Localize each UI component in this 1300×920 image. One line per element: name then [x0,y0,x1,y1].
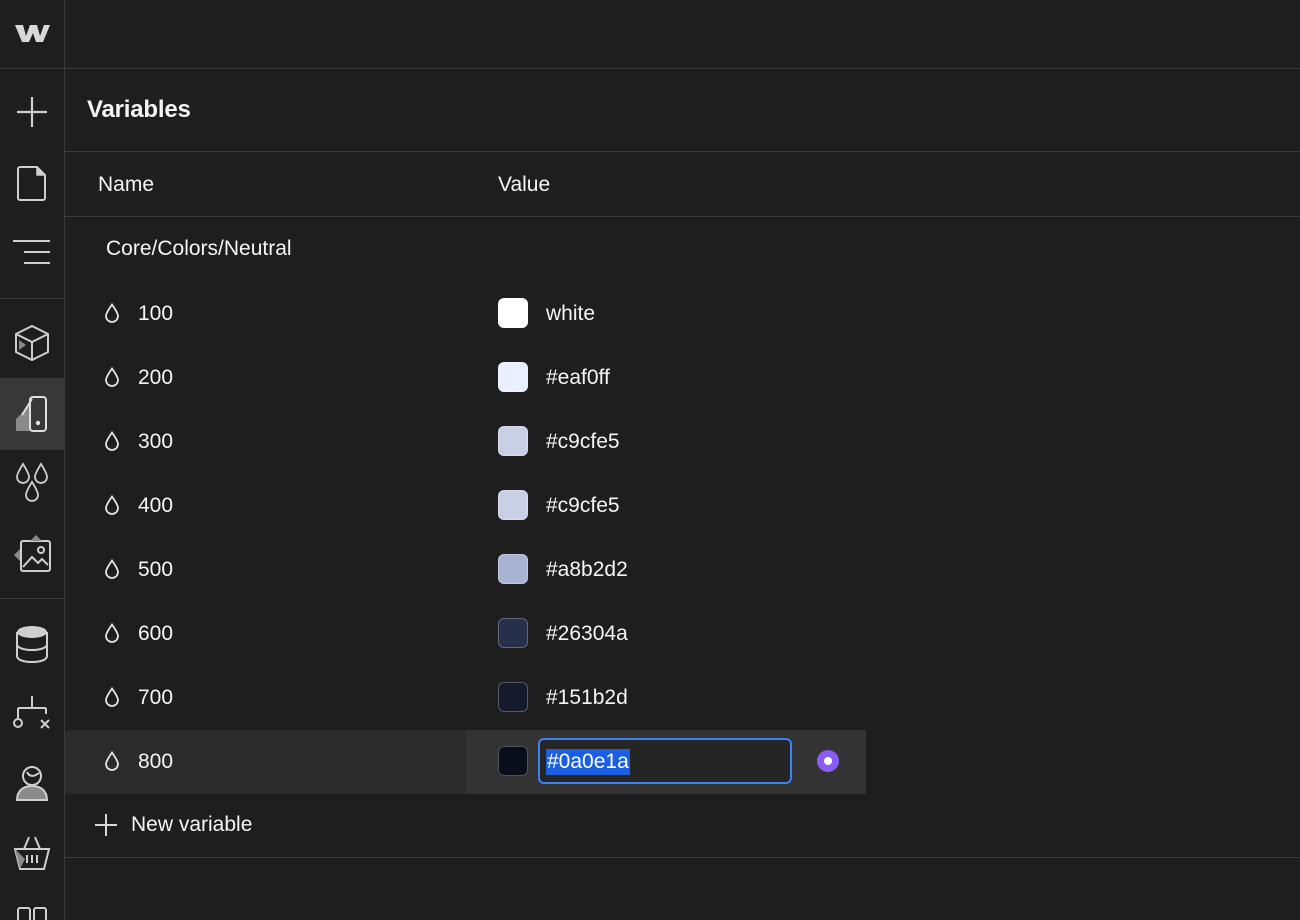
variable-value[interactable]: #c9cfe5 [546,494,620,518]
left-sidebar [0,0,65,920]
table-header: Name Value [65,152,1300,217]
color-swatch[interactable] [498,618,528,648]
color-swatch[interactable] [498,426,528,456]
navigator-icon [13,240,50,264]
page-title: Variables [87,96,191,123]
table-row[interactable]: 800 #0a0e1a [65,730,1300,794]
color-variable-icon [104,750,120,777]
table-row[interactable]: 700 #151b2d [65,666,1300,730]
variable-group-label[interactable]: Core/Colors/Neutral [106,237,292,261]
variable-name[interactable]: 400 [138,494,173,518]
assets-panel-button[interactable] [0,523,64,583]
variable-value[interactable]: #eaf0ff [546,366,610,390]
top-bar [65,0,1300,69]
webflow-logo[interactable] [0,0,64,69]
ecommerce-panel-button[interactable] [0,823,64,883]
variable-name[interactable]: 100 [138,302,173,326]
sidebar-divider [0,298,64,299]
bind-variable-icon[interactable] [817,750,839,772]
value-input-text: #0a0e1a [546,749,630,775]
color-swatch[interactable] [498,682,528,712]
table-row[interactable]: 300 #c9cfe5 [65,410,1300,474]
color-swatch[interactable] [498,298,528,328]
cms-panel-button[interactable] [0,614,64,674]
panel-header: Variables [65,69,1300,152]
components-panel-button[interactable] [0,313,64,373]
logic-icon [13,696,50,729]
add-panel-button[interactable] [0,82,64,142]
pages-panel-button[interactable] [0,153,64,213]
color-variable-icon [104,430,120,457]
table-row[interactable]: 100 white [65,282,1300,346]
color-variable-icon [104,494,120,521]
users-panel-button[interactable] [0,753,64,813]
variable-value[interactable]: white [546,302,595,326]
column-header-value: Value [498,173,551,196]
plus-icon [95,814,117,836]
column-header-name: Name [98,173,155,196]
value-input[interactable]: #0a0e1a [538,738,792,784]
sidebar-divider [0,598,64,599]
table-row[interactable]: 200 #eaf0ff [65,346,1300,410]
table-row[interactable]: 600 #26304a [65,602,1300,666]
color-variable-icon [104,622,120,649]
variables-panel-button[interactable] [0,453,64,513]
logic-panel-button[interactable] [0,683,64,743]
navigator-panel-button[interactable] [0,222,64,282]
variable-value[interactable]: #151b2d [546,686,628,710]
components-icon [15,324,49,362]
color-swatch[interactable] [498,362,528,392]
table-row[interactable]: 400 #c9cfe5 [65,474,1300,538]
apps-panel-button[interactable] [0,892,64,920]
color-variable-icon [104,366,120,393]
assets-icon [14,535,51,572]
variable-value[interactable]: #c9cfe5 [546,430,620,454]
variables-icon [16,462,48,502]
style-selectors-panel-button[interactable] [0,378,64,450]
color-swatch[interactable] [498,746,528,776]
variable-name[interactable]: 600 [138,622,173,646]
new-variable-button[interactable]: New variable [65,793,1300,858]
color-variable-icon [104,558,120,585]
color-swatch[interactable] [498,554,528,584]
cms-icon [16,626,48,664]
ecommerce-icon [13,836,51,870]
apps-icon [17,907,47,920]
page-icon [17,166,46,201]
color-variable-icon [104,302,120,329]
variable-name[interactable]: 200 [138,366,173,390]
color-variable-icon [104,686,120,713]
style-selector-icon [16,396,47,432]
color-swatch[interactable] [498,490,528,520]
add-icon [17,97,47,127]
new-variable-label: New variable [131,813,253,836]
users-icon [15,766,49,801]
table-row[interactable]: 500 #a8b2d2 [65,538,1300,602]
variable-value[interactable]: #a8b2d2 [546,558,628,582]
variable-name[interactable]: 500 [138,558,173,582]
variable-name[interactable]: 700 [138,686,173,710]
webflow-logo-icon [15,25,50,42]
variable-name[interactable]: 300 [138,430,173,454]
variable-value[interactable]: #26304a [546,622,628,646]
variable-name[interactable]: 800 [138,750,173,774]
